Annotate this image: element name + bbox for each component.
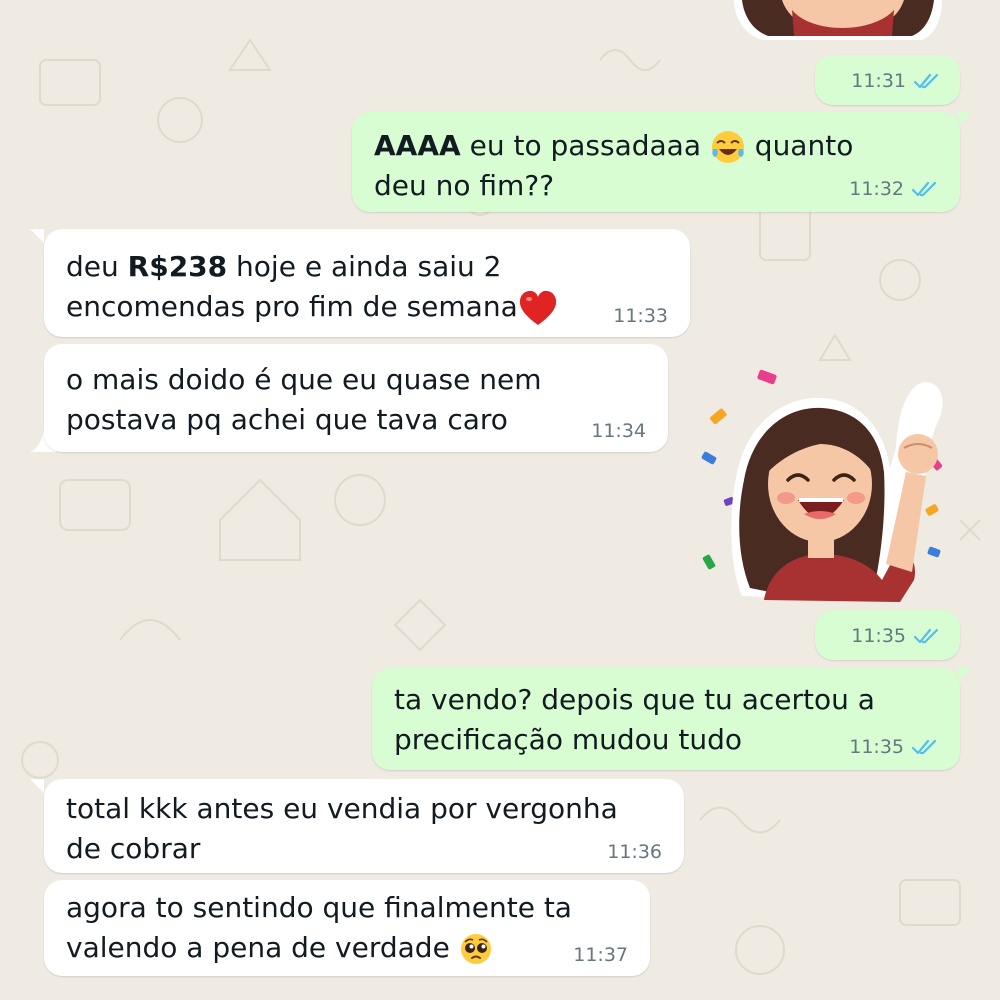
double-check-read-icon [912,181,937,197]
timestamp: 11:37 [573,944,628,966]
outgoing-message[interactable]: AAAA eu to passadaaa quanto deu no fim??… [352,112,960,212]
bubble-tail [958,112,972,126]
message-text: total kkk antes eu vendia por vergonha d… [66,792,618,865]
pleading-face-icon [460,934,491,964]
previous-sticker-fragment[interactable] [722,0,952,44]
incoming-message[interactable]: o mais doido é que eu quase nem postava … [44,344,668,452]
red-heart-icon [519,290,556,325]
timestamp: 11:36 [607,841,662,863]
incoming-message[interactable]: total kkk antes eu vendia por vergonha d… [44,779,684,873]
double-check-read-icon [912,739,937,755]
face-with-tears-of-joy-icon [711,131,744,163]
double-check-read-icon [914,628,939,644]
message-text: AAAA eu to passadaaa quanto deu no fim?? [374,129,854,202]
time-pill: 11:35 [815,610,960,660]
bubble-tail [30,229,44,243]
incoming-message[interactable]: agora to sentindo que finalmente ta vale… [44,880,650,976]
message-text: ta vendo? depois que tu acertou a precif… [394,683,875,756]
message-text: deu R$238 hoje e ainda saiu 2 encomendas… [66,247,558,327]
timestamp: 11:35 [851,625,906,647]
timestamp: 11:35 [849,736,904,758]
bubble-tail [958,668,972,682]
outgoing-message[interactable]: ta vendo? depois que tu acertou a precif… [372,668,960,770]
bubble-tail [30,779,44,793]
timestamp: 11:31 [851,70,906,92]
celebrating-girl-sticker[interactable] [700,368,950,608]
message-text: o mais doido é que eu quase nem postava … [66,363,542,436]
timestamp: 11:32 [849,178,904,200]
timestamp: 11:33 [613,305,668,327]
double-check-read-icon [914,73,939,89]
message-text: agora to sentindo que finalmente ta vale… [66,891,572,964]
incoming-message[interactable]: deu R$238 hoje e ainda saiu 2 encomendas… [44,229,690,337]
timestamp: 11:34 [591,420,646,442]
time-pill: 11:31 [815,55,960,105]
